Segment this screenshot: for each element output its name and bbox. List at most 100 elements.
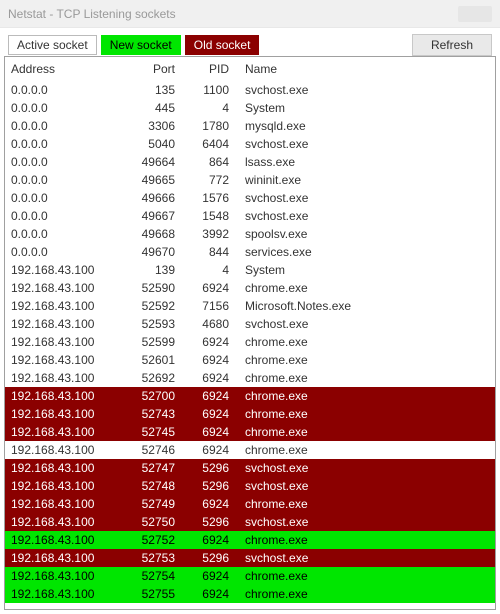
cell-pid: 6924 [181,587,235,601]
cell-name: System [235,263,495,277]
cell-name: svchost.exe [235,479,495,493]
table-row[interactable]: 0.0.0.049665772wininit.exe [5,171,495,189]
cell-name: System [235,101,495,115]
cell-address: 0.0.0.0 [5,119,123,133]
cell-name: chrome.exe [235,371,495,385]
cell-pid: 5296 [181,515,235,529]
table-row[interactable]: 192.168.43.100525927156Microsoft.Notes.e… [5,297,495,315]
legend-active-socket: Active socket [8,35,97,55]
table-row[interactable]: 192.168.43.100527485296svchost.exe [5,477,495,495]
cell-port: 52748 [123,479,181,493]
cell-name: svchost.exe [235,191,495,205]
table-row[interactable]: 192.168.43.100527535296svchost.exe [5,549,495,567]
cell-port: 52749 [123,497,181,511]
cell-address: 192.168.43.100 [5,317,123,331]
cell-port: 52747 [123,461,181,475]
cell-port: 49668 [123,227,181,241]
table-row[interactable]: 0.0.0.0496671548svchost.exe [5,207,495,225]
cell-address: 192.168.43.100 [5,281,123,295]
table-body[interactable]: 0.0.0.01351100svchost.exe0.0.0.04454Syst… [5,81,495,609]
table-row[interactable]: 192.168.43.100525996924chrome.exe [5,333,495,351]
table-row[interactable]: 192.168.43.100527436924chrome.exe [5,405,495,423]
cell-address: 192.168.43.100 [5,335,123,349]
table-row[interactable]: 0.0.0.0496661576svchost.exe [5,189,495,207]
cell-port: 52754 [123,569,181,583]
cell-pid: 1576 [181,191,235,205]
table-row[interactable]: 192.168.43.100527475296svchost.exe [5,459,495,477]
cell-pid: 7156 [181,299,235,313]
cell-name: services.exe [235,245,495,259]
cell-port: 49670 [123,245,181,259]
refresh-button[interactable]: Refresh [412,34,492,56]
table-row[interactable]: 0.0.0.049670844services.exe [5,243,495,261]
cell-port: 52700 [123,389,181,403]
table-row[interactable]: 192.168.43.100527546924chrome.exe [5,567,495,585]
table-row[interactable]: 192.168.43.1001394System [5,261,495,279]
cell-pid: 6404 [181,137,235,151]
cell-name: Microsoft.Notes.exe [235,299,495,313]
table-row[interactable]: 192.168.43.100527466924chrome.exe [5,441,495,459]
cell-pid: 1780 [181,119,235,133]
cell-port: 52746 [123,443,181,457]
table-row[interactable]: 0.0.0.0496683992spoolsv.exe [5,225,495,243]
table-row[interactable]: 0.0.0.033061780mysqld.exe [5,117,495,135]
cell-name: chrome.exe [235,587,495,601]
cell-name: chrome.exe [235,389,495,403]
table-row[interactable]: 0.0.0.049664864lsass.exe [5,153,495,171]
window-title: Netstat - TCP Listening sockets [8,7,176,21]
cell-name: chrome.exe [235,443,495,457]
cell-port: 52743 [123,407,181,421]
col-header-pid[interactable]: PID [181,62,235,76]
col-header-address[interactable]: Address [5,62,123,76]
cell-pid: 1100 [181,83,235,97]
cell-pid: 6924 [181,569,235,583]
table-row[interactable]: 0.0.0.04454System [5,99,495,117]
table-row[interactable]: 0.0.0.01351100svchost.exe [5,81,495,99]
table-row[interactable]: 192.168.43.100525906924chrome.exe [5,279,495,297]
legend-old-socket: Old socket [185,35,260,55]
cell-port: 52745 [123,425,181,439]
col-header-port[interactable]: Port [123,62,181,76]
cell-name: chrome.exe [235,407,495,421]
col-header-name[interactable]: Name [235,62,481,76]
cell-pid: 5296 [181,461,235,475]
cell-pid: 844 [181,245,235,259]
cell-name: lsass.exe [235,155,495,169]
cell-address: 0.0.0.0 [5,83,123,97]
cell-address: 192.168.43.100 [5,587,123,601]
cell-address: 0.0.0.0 [5,227,123,241]
table-row[interactable]: 192.168.43.100525934680svchost.exe [5,315,495,333]
cell-pid: 6924 [181,533,235,547]
cell-pid: 6924 [181,353,235,367]
cell-address: 192.168.43.100 [5,533,123,547]
table-row[interactable]: 192.168.43.100526926924chrome.exe [5,369,495,387]
cell-address: 192.168.43.100 [5,569,123,583]
cell-port: 52592 [123,299,181,313]
table-row[interactable]: 0.0.0.050406404svchost.exe [5,135,495,153]
cell-name: svchost.exe [235,551,495,565]
table-row[interactable]: 192.168.43.100527505296svchost.exe [5,513,495,531]
table-row[interactable]: 192.168.43.100527496924chrome.exe [5,495,495,513]
table-row[interactable]: 192.168.43.100526016924chrome.exe [5,351,495,369]
cell-port: 52601 [123,353,181,367]
table-row[interactable]: 192.168.43.100527006924chrome.exe [5,387,495,405]
cell-pid: 5296 [181,551,235,565]
cell-port: 52692 [123,371,181,385]
table-row[interactable]: 192.168.43.100527456924chrome.exe [5,423,495,441]
cell-name: wininit.exe [235,173,495,187]
cell-name: svchost.exe [235,137,495,151]
cell-port: 445 [123,101,181,115]
cell-address: 0.0.0.0 [5,209,123,223]
cell-address: 0.0.0.0 [5,155,123,169]
cell-port: 49664 [123,155,181,169]
table-row[interactable]: 192.168.43.100527556924chrome.exe [5,585,495,603]
cell-port: 52590 [123,281,181,295]
cell-port: 52599 [123,335,181,349]
cell-address: 0.0.0.0 [5,191,123,205]
cell-address: 192.168.43.100 [5,479,123,493]
cell-address: 0.0.0.0 [5,245,123,259]
cell-name: svchost.exe [235,461,495,475]
table-row[interactable]: 192.168.43.100527526924chrome.exe [5,531,495,549]
cell-port: 49666 [123,191,181,205]
cell-name: svchost.exe [235,83,495,97]
